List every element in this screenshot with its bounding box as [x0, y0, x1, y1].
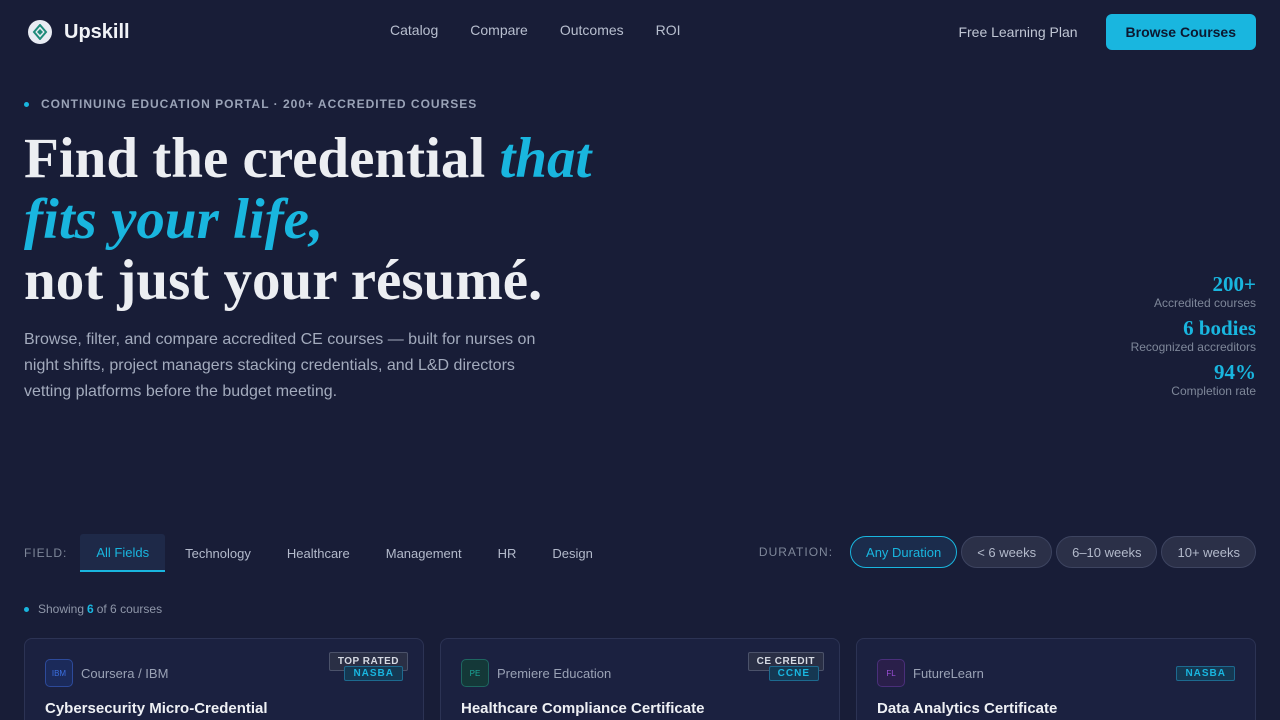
accreditor-badge: CCNE	[768, 666, 819, 681]
results-prefix: Showing	[38, 602, 85, 616]
provider-name: Premiere Education	[497, 665, 612, 681]
nav-link-outcomes[interactable]: Outcomes	[560, 22, 624, 38]
course-title: Healthcare Compliance Certificate	[461, 700, 705, 717]
duration-pill-6-10[interactable]: 6–10 weeks	[1056, 536, 1158, 568]
eyebrow-text: CONTINUING EDUCATION PORTAL · 200+ ACCRE…	[41, 97, 478, 111]
field-filter-label: FIELD:	[24, 546, 68, 560]
nav-link-roi[interactable]: ROI	[656, 22, 681, 38]
hero-headline: Find the credential that fits your life,…	[24, 128, 591, 311]
field-tab-technology[interactable]: Technology	[169, 534, 267, 572]
course-card[interactable]: PE Premiere Education CE CREDIT CCNE Hea…	[440, 638, 840, 720]
course-card[interactable]: IBM Coursera / IBM TOP RATED NASBA Cyber…	[24, 638, 424, 720]
stat-completion: 94% Completion rate	[1131, 360, 1256, 398]
hero-eyebrow: CONTINUING EDUCATION PORTAL · 200+ ACCRE…	[24, 97, 477, 111]
provider-name: Coursera / IBM	[81, 665, 169, 681]
filter-bar: FIELD: All Fields Technology Healthcare …	[24, 534, 1256, 572]
nav-actions: Free Learning Plan Browse Courses	[958, 14, 1256, 50]
nav-links: Catalog Compare Outcomes ROI	[390, 22, 681, 38]
field-tab-management[interactable]: Management	[370, 534, 478, 572]
field-filter: FIELD: All Fields Technology Healthcare …	[24, 534, 613, 572]
hero-lede: Browse, filter, and compare accredited C…	[24, 331, 536, 400]
results-number: 6	[87, 602, 94, 616]
course-provider: FL FutureLearn	[877, 659, 984, 687]
provider-name: FutureLearn	[913, 665, 984, 681]
brand[interactable]: Upskill	[28, 20, 130, 44]
course-grid: IBM Coursera / IBM TOP RATED NASBA Cyber…	[24, 638, 1256, 720]
duration-pill-any[interactable]: Any Duration	[850, 536, 958, 568]
field-tab-design[interactable]: Design	[536, 534, 608, 572]
duration-filter: DURATION: Any Duration < 6 weeks 6–10 we…	[759, 536, 1256, 568]
duration-pill-under-6[interactable]: < 6 weeks	[961, 536, 1053, 568]
stat-value: 200+	[1212, 272, 1256, 296]
results-suffix: of 6 courses	[96, 602, 163, 616]
stat-label: Accredited courses	[1153, 296, 1256, 310]
duration-filter-label: DURATION:	[758, 545, 834, 559]
provider-logo-icon: PE	[461, 659, 489, 687]
accreditor-badge: NASBA	[344, 666, 403, 681]
field-tab-hr[interactable]: HR	[482, 534, 533, 572]
stat-courses: 200+ Accredited courses	[1131, 272, 1256, 310]
field-tab-healthcare[interactable]: Healthcare	[271, 534, 366, 572]
course-provider: IBM Coursera / IBM	[45, 659, 168, 687]
accreditor-badge: NASBA	[1176, 666, 1235, 681]
nav-link-compare[interactable]: Compare	[470, 22, 528, 38]
bullet-dot-icon	[24, 101, 29, 107]
free-learning-plan-link[interactable]: Free Learning Plan	[958, 24, 1077, 40]
field-tab-all[interactable]: All Fields	[80, 534, 166, 572]
nav-link-catalog[interactable]: Catalog	[390, 22, 438, 38]
brand-name: Upskill	[64, 20, 130, 43]
course-title: Data Analytics Certificate	[877, 700, 1058, 717]
course-title: Cybersecurity Micro-Credential	[45, 700, 268, 717]
course-provider: PE Premiere Education	[461, 659, 611, 687]
page: Upskill Catalog Compare Outcomes ROI Fre…	[0, 0, 1280, 720]
duration-pill-10-plus[interactable]: 10+ weeks	[1161, 536, 1256, 568]
stat-accreditors: 6 bodies Recognized accreditors	[1131, 316, 1256, 354]
browse-courses-button[interactable]: Browse Courses	[1105, 14, 1256, 50]
hero-stats: 200+ Accredited courses 6 bodies Recogni…	[1131, 272, 1256, 404]
top-nav: Upskill Catalog Compare Outcomes ROI Fre…	[0, 0, 1280, 64]
headline-accent2: fits your life,	[24, 188, 324, 251]
headline-accent1: that	[499, 127, 592, 190]
stat-label: Completion rate	[1171, 384, 1256, 398]
headline-part1: Find the credential	[24, 127, 500, 190]
bullet-dot-icon	[24, 606, 29, 612]
course-card[interactable]: FL FutureLearn NASBA Data Analytics Cert…	[856, 638, 1256, 720]
stat-label: Recognized accreditors	[1130, 340, 1256, 354]
stat-value: 6 bodies	[1183, 316, 1256, 340]
provider-logo-icon: FL	[877, 659, 905, 687]
provider-logo-icon: IBM	[45, 659, 73, 687]
upskill-logo-icon	[28, 20, 52, 44]
stat-value: 94%	[1214, 360, 1256, 384]
results-count: Showing 6 of 6 courses	[24, 602, 162, 616]
headline-part2: not just your résumé.	[24, 249, 543, 312]
